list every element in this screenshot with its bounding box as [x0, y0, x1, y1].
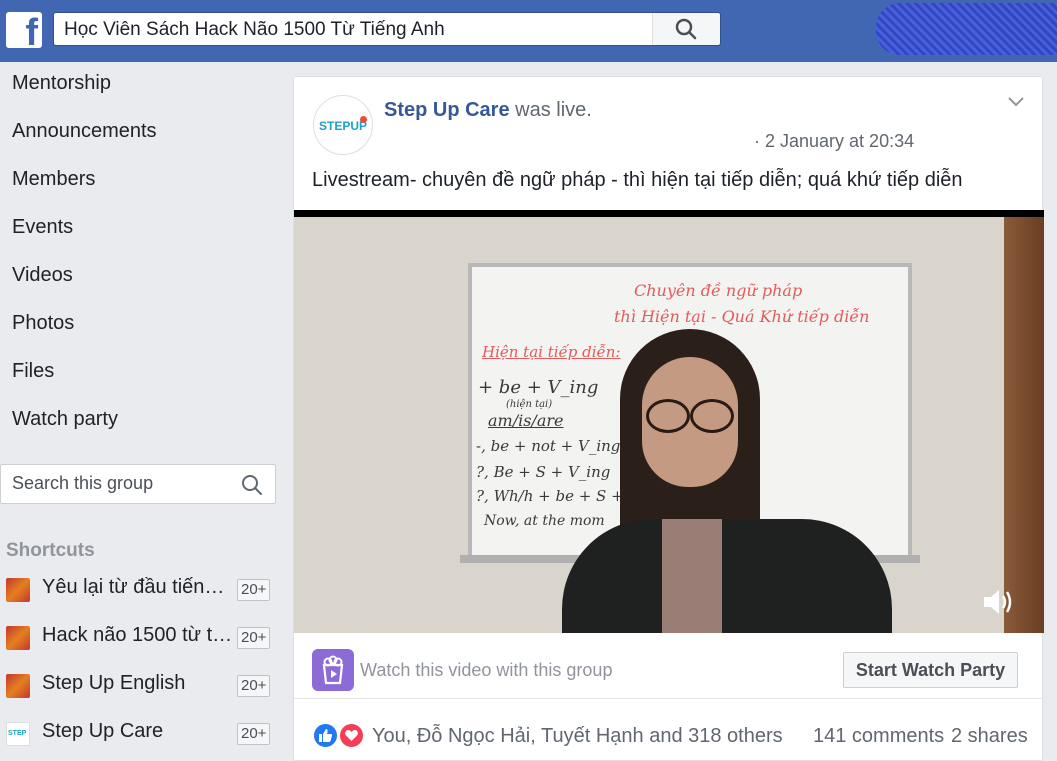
- shortcut-label: Step Up Care: [42, 720, 164, 742]
- group-search-input[interactable]: [12, 473, 232, 494]
- reaction-names-link[interactable]: You, Đỗ Ngọc Hải, Tuyết Hạnh and 318 oth…: [372, 725, 783, 748]
- facebook-logo-letter: f: [25, 12, 38, 54]
- presenter-coat: [562, 519, 892, 633]
- stepup-logo-icon: [6, 722, 30, 746]
- shortcuts-heading: Shortcuts: [6, 540, 95, 561]
- watch-party-icon: [312, 649, 354, 691]
- post-header: Step Up Care was live.: [384, 99, 592, 122]
- top-navigation-bar: f: [0, 0, 1057, 62]
- sidebar-item-events[interactable]: Events: [12, 216, 73, 239]
- watch-party-prompt: Watch this video with this group: [360, 660, 613, 680]
- presenter-shirt: [662, 519, 722, 633]
- group-thumbnail-icon: [6, 578, 30, 602]
- shortcut-count-badge: 20+: [237, 723, 271, 745]
- sidebar-item-files[interactable]: Files: [12, 360, 54, 383]
- group-thumbnail-icon: [6, 626, 30, 650]
- presenter-glasses: [644, 399, 736, 433]
- post-timestamp[interactable]: · 2 January at 20:34: [754, 131, 914, 152]
- whiteboard-line: (hiện tại): [506, 399, 553, 410]
- sidebar-item-videos[interactable]: Videos: [12, 264, 73, 287]
- video-frame: Chuyên đề ngữ pháp thì Hiện tại - Quá Kh…: [294, 217, 1044, 633]
- global-search-input[interactable]: [64, 17, 644, 43]
- sidebar-item-photos[interactable]: Photos: [12, 312, 74, 335]
- shortcut-label: Hack não 1500 từ t…: [42, 624, 233, 646]
- group-thumbnail-icon: [6, 674, 30, 698]
- whiteboard-title: Chuyên đề ngữ pháp: [634, 281, 803, 300]
- reactions-bar: You, Đỗ Ngọc Hải, Tuyết Hạnh and 318 oth…: [294, 699, 1044, 761]
- shortcut-item[interactable]: Step Up English 20+: [6, 670, 276, 702]
- live-video-player[interactable]: Chuyên đề ngữ pháp thì Hiện tại - Quá Kh…: [294, 210, 1044, 633]
- sidebar-item-watch-party[interactable]: Watch party: [12, 408, 118, 431]
- comments-count-link[interactable]: 141 comments: [813, 725, 944, 748]
- group-sidebar: Mentorship Announcements Members Events …: [0, 62, 285, 761]
- post-action-text: was live.: [509, 99, 592, 121]
- shortcut-item[interactable]: Yêu lại từ đầu tiếng… 20+: [6, 574, 276, 606]
- search-icon: [675, 18, 697, 40]
- whiteboard-subtitle: thì Hiện tại - Quá Khứ tiếp diễn: [614, 307, 870, 326]
- sidebar-item-members[interactable]: Members: [12, 168, 95, 191]
- shortcut-label: Yêu lại từ đầu tiếng…: [42, 576, 234, 598]
- shortcut-item[interactable]: Step Up Care 20+: [6, 718, 276, 750]
- global-search-button[interactable]: [652, 13, 720, 45]
- author-avatar[interactable]: STEPUP: [313, 95, 373, 155]
- watch-party-bar: Watch this video with this group Start W…: [294, 633, 1044, 699]
- group-search-box: [0, 464, 276, 504]
- live-post-card: STEPUP Step Up Care was live. · 2 Januar…: [293, 76, 1044, 761]
- sidebar-item-announcements[interactable]: Announcements: [12, 120, 157, 143]
- avatar-logo-dot: [360, 116, 367, 123]
- shortcut-count-badge: 20+: [237, 579, 271, 601]
- search-icon[interactable]: [241, 474, 263, 496]
- global-search-box: [53, 12, 721, 46]
- like-reaction-icon[interactable]: [312, 722, 339, 749]
- video-presenter: [562, 329, 922, 633]
- author-name-link[interactable]: Step Up Care: [384, 99, 510, 121]
- volume-icon[interactable]: [982, 587, 1014, 617]
- shortcut-count-badge: 20+: [237, 627, 271, 649]
- sidebar-item-mentorship[interactable]: Mentorship: [12, 72, 111, 95]
- post-text: Livestream- chuyên đề ngữ pháp - thì hiệ…: [312, 169, 963, 191]
- love-reaction-icon[interactable]: [338, 722, 365, 749]
- whiteboard-line: am/is/are: [488, 411, 564, 430]
- shortcut-count-badge: 20+: [237, 675, 271, 697]
- chevron-down-icon[interactable]: [1008, 97, 1024, 107]
- facebook-logo-icon[interactable]: f: [6, 12, 42, 52]
- shortcut-label: Step Up English: [42, 672, 186, 694]
- video-wall-decor: [1004, 217, 1044, 633]
- profile-area-redacted[interactable]: [876, 3, 1057, 55]
- shortcut-item[interactable]: Hack não 1500 từ t… 20+: [6, 622, 276, 654]
- shares-count-link[interactable]: 2 shares: [951, 725, 1028, 748]
- start-watch-party-button[interactable]: Start Watch Party: [843, 652, 1018, 688]
